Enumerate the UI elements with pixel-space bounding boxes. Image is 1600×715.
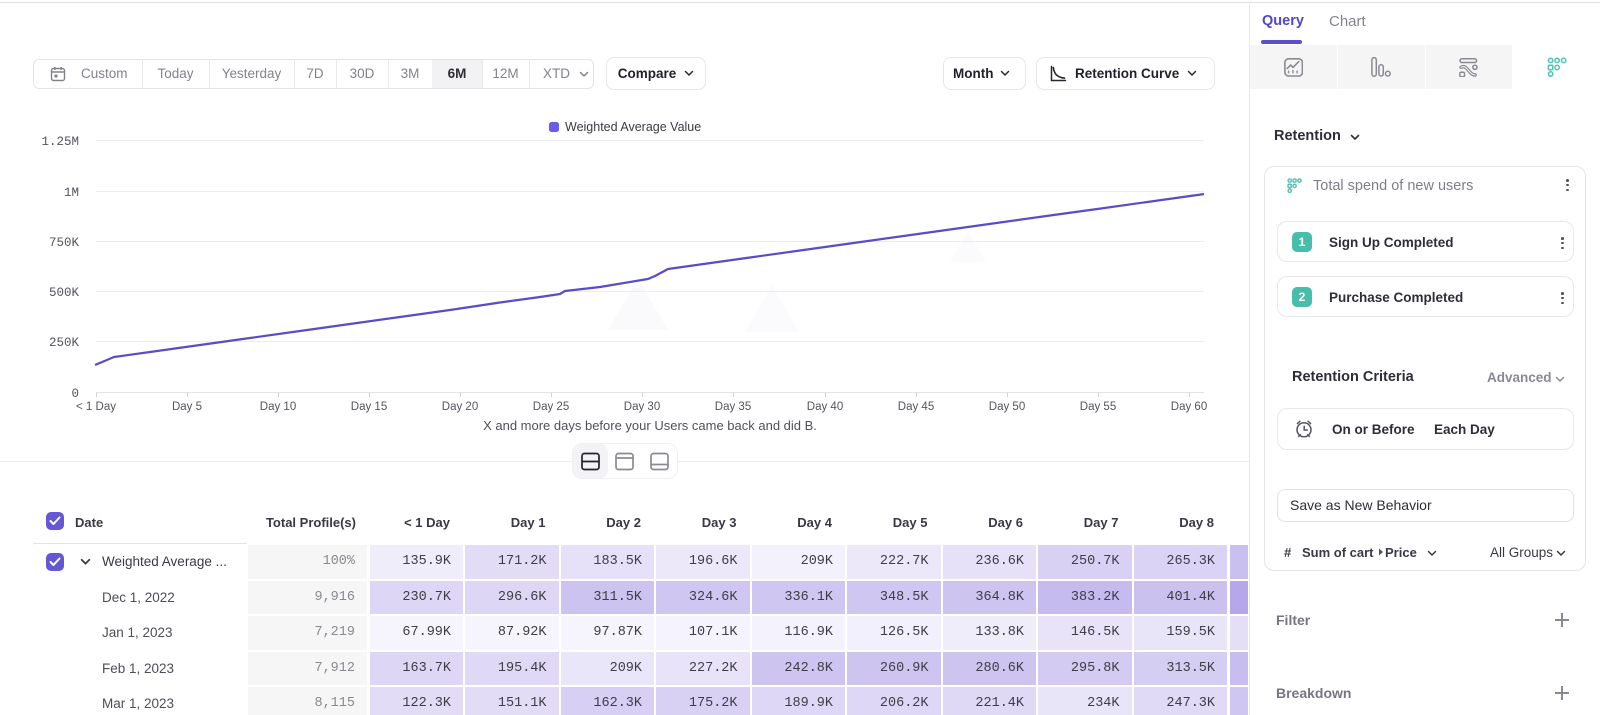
svg-text:750K: 750K	[49, 236, 80, 250]
svg-text:Day 35: Day 35	[715, 401, 751, 413]
svg-text:500K: 500K	[49, 286, 80, 300]
svg-text:Day 55: Day 55	[1080, 401, 1116, 413]
svg-text:< 1 Day: < 1 Day	[76, 401, 116, 413]
svg-text:Day 30: Day 30	[624, 401, 660, 413]
svg-text:Day 5: Day 5	[172, 401, 202, 413]
svg-text:250K: 250K	[49, 336, 80, 350]
svg-text:Day 50: Day 50	[989, 401, 1025, 413]
svg-text:Day 10: Day 10	[260, 401, 296, 413]
svg-text:Day 60: Day 60	[1171, 401, 1207, 413]
svg-text:1M: 1M	[64, 186, 79, 200]
svg-text:Day 45: Day 45	[898, 401, 934, 413]
svg-text:1.25M: 1.25M	[41, 135, 79, 149]
svg-text:0: 0	[71, 387, 79, 401]
svg-text:Day 20: Day 20	[442, 401, 478, 413]
svg-text:Day 15: Day 15	[351, 401, 387, 413]
svg-text:Day 40: Day 40	[807, 401, 843, 413]
svg-text:Day 25: Day 25	[533, 401, 569, 413]
